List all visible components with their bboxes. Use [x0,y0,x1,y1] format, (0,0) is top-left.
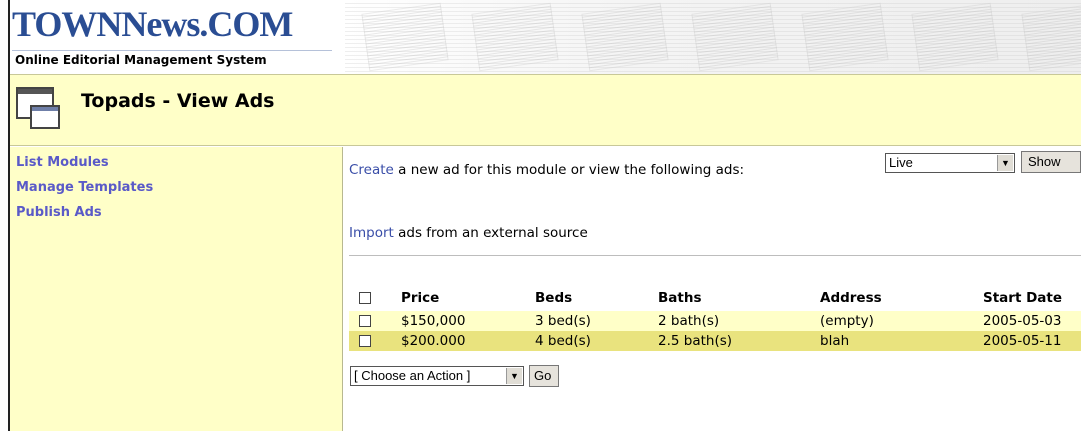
row-checkbox[interactable] [359,315,371,327]
sidebar: List Modules Manage Templates Publish Ad… [10,147,343,431]
ad-status-select[interactable]: Live ▼ [885,153,1015,173]
ads-table: Price Beds Baths Address Start Date $150… [349,285,1081,351]
cell-beds: 4 bed(s) [535,333,591,349]
column-header-beds[interactable]: Beds [535,290,572,306]
import-text: ads from an external source [393,225,588,241]
cell-price: $200.000 [401,333,466,349]
column-header-price[interactable]: Price [401,290,439,306]
logo-text: TOWNNews.COM [12,4,293,44]
column-header-baths[interactable]: Baths [658,290,702,306]
page-title: Topads - View Ads [81,90,275,112]
window-icon [16,87,62,133]
newspaper-banner-decoration [345,0,1081,74]
column-header-start-date[interactable]: Start Date [983,290,1062,306]
cell-baths: 2.5 bath(s) [658,333,733,349]
go-button[interactable]: Go [529,365,559,387]
cell-start-date: 2005-05-11 [983,333,1062,349]
create-line: Create a new ad for this module or view … [349,162,744,178]
import-line: Import ads from an external source [349,225,588,241]
dropdown-arrow-icon: ▼ [506,368,522,384]
dropdown-arrow-icon: ▼ [997,155,1013,171]
logo-subtitle: Online Editorial Management System [15,53,267,67]
column-header-address[interactable]: Address [820,290,882,306]
header: TOWNNews.COM Online Editorial Management… [10,0,1081,74]
action-select-value: [ Choose an Action ] [354,368,471,383]
table-header-row: Price Beds Baths Address Start Date [349,285,1081,311]
ad-status-value: Live [889,155,913,170]
cell-beds: 3 bed(s) [535,313,591,329]
cell-address: blah [820,333,850,349]
sidebar-item-publish-ads[interactable]: Publish Ads [16,205,102,220]
cell-address: (empty) [820,313,874,329]
townnews-logo: TOWNNews.COM Online Editorial Management… [12,0,342,74]
create-text: a new ad for this module or view the fol… [393,162,745,178]
table-row[interactable]: $150,000 3 bed(s) 2 bath(s) (empty) 2005… [349,311,1081,331]
create-link[interactable]: Create [349,162,394,178]
title-band: Topads - View Ads [10,74,1081,146]
show-button[interactable]: Show [1021,151,1081,173]
main-content: Create a new ad for this module or view … [344,147,1081,431]
cell-baths: 2 bath(s) [658,313,720,329]
cell-price: $150,000 [401,313,466,329]
sidebar-item-list-modules[interactable]: List Modules [16,155,109,170]
action-select[interactable]: [ Choose an Action ] ▼ [350,366,524,386]
import-link[interactable]: Import [349,225,394,241]
sidebar-item-manage-templates[interactable]: Manage Templates [16,180,153,195]
select-all-checkbox[interactable] [359,292,371,304]
cell-start-date: 2005-05-03 [983,313,1062,329]
row-checkbox[interactable] [359,335,371,347]
table-row[interactable]: $200.000 4 bed(s) 2.5 bath(s) blah 2005-… [349,331,1081,351]
divider [349,255,1081,256]
